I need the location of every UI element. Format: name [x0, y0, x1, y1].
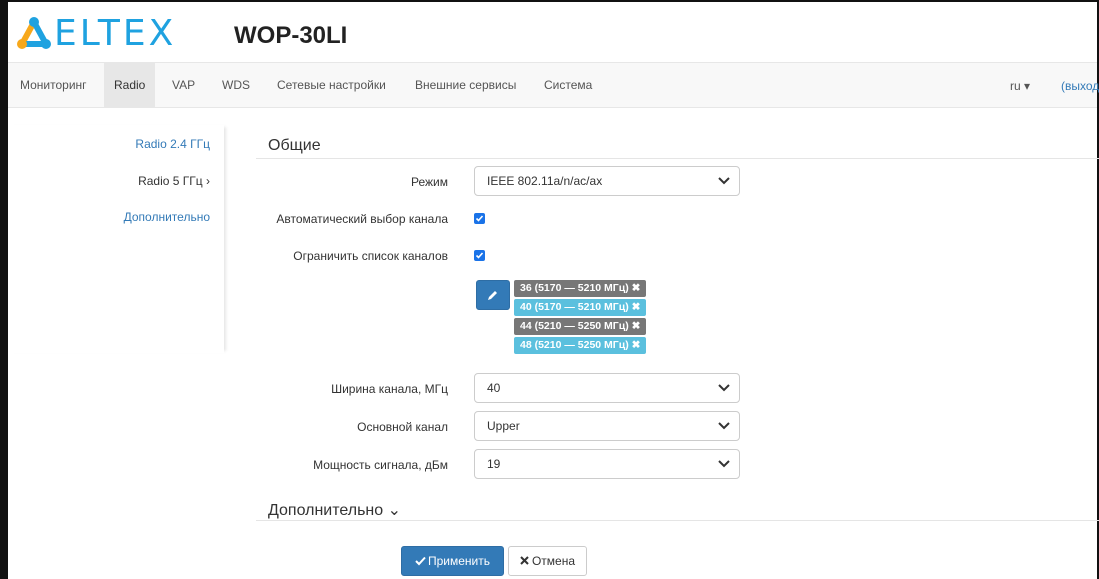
- close-icon: [520, 556, 529, 565]
- sidebar: Radio 2.4 ГГц Radio 5 ГГц › Дополнительн…: [8, 125, 224, 353]
- primary-channel-select[interactable]: Upper: [474, 411, 740, 441]
- section-title-general: Общие: [268, 137, 321, 154]
- eltex-logo[interactable]: ELTEX: [14, 13, 184, 54]
- channel-tag[interactable]: 44 (5210 — 5250 МГц) ✖: [514, 318, 647, 335]
- cancel-label: Отмена: [531, 554, 576, 568]
- apply-button[interactable]: Применить: [401, 546, 504, 576]
- nav-radio[interactable]: Radio: [104, 63, 156, 108]
- language-dropdown[interactable]: ru ▾: [1010, 63, 1030, 108]
- edit-channels-button[interactable]: [476, 280, 510, 310]
- pencil-icon: [488, 291, 497, 300]
- auto-channel-label: Автоматический выбор канала: [276, 212, 448, 226]
- device-title: WOP-30LI: [234, 22, 348, 49]
- power-value: 19: [487, 457, 501, 471]
- mode-value: IEEE 802.11a/n/ac/ax: [487, 174, 603, 188]
- bandwidth-label: Ширина канала, МГц: [331, 382, 448, 396]
- section-title-advanced[interactable]: Дополнительно ⌄: [268, 500, 401, 520]
- power-label: Мощность сигнала, дБм: [313, 458, 448, 472]
- top-navbar: Мониторинг Radio VAP WDS Сетевые настрой…: [8, 62, 1099, 108]
- bandwidth-value: 40: [487, 381, 501, 395]
- nav-vap[interactable]: VAP: [162, 63, 205, 108]
- power-select[interactable]: 19: [474, 449, 740, 479]
- chevron-down-icon: [718, 460, 730, 468]
- logout-link[interactable]: (выход: [1061, 63, 1099, 108]
- nav-wds[interactable]: WDS: [212, 63, 260, 108]
- check-icon: [475, 215, 484, 222]
- nav-network-settings[interactable]: Сетевые настройки: [267, 63, 396, 108]
- primary-channel-label: Основной канал: [357, 420, 448, 434]
- chevron-down-icon: [718, 422, 730, 430]
- limit-channels-label: Ограничить список каналов: [293, 249, 448, 263]
- check-icon: [415, 556, 426, 566]
- apply-label: Применить: [427, 554, 490, 568]
- logo-text: ELTEX: [54, 13, 177, 54]
- nav-monitoring[interactable]: Мониторинг: [10, 63, 97, 108]
- sidebar-item-advanced[interactable]: Дополнительно: [124, 210, 210, 224]
- channel-tag[interactable]: 48 (5210 — 5250 МГц) ✖: [514, 337, 647, 354]
- chevron-down-icon: [718, 384, 730, 392]
- check-icon: [475, 252, 484, 259]
- section-divider: [256, 520, 1099, 521]
- window-frame-left: [0, 0, 8, 579]
- auto-channel-checkbox[interactable]: [474, 213, 485, 224]
- cancel-button[interactable]: Отмена: [508, 546, 587, 576]
- sidebar-item-radio-24[interactable]: Radio 2.4 ГГц: [135, 137, 210, 151]
- header: ELTEX WOP-30LI: [8, 2, 1097, 62]
- chevron-down-icon: [718, 177, 730, 185]
- nav-external-services[interactable]: Внешние сервисы: [405, 63, 526, 108]
- nav-system[interactable]: Система: [534, 63, 602, 108]
- logo-icon: [17, 17, 51, 49]
- mode-select[interactable]: IEEE 802.11a/n/ac/ax: [474, 166, 740, 196]
- bandwidth-select[interactable]: 40: [474, 373, 740, 403]
- sidebar-item-radio-5[interactable]: Radio 5 ГГц ›: [138, 174, 210, 188]
- mode-label: Режим: [411, 175, 448, 189]
- section-divider: [256, 158, 1099, 159]
- limit-channels-checkbox[interactable]: [474, 250, 485, 261]
- channel-tag[interactable]: 40 (5170 — 5210 МГц) ✖: [514, 299, 647, 316]
- primary-channel-value: Upper: [487, 419, 520, 433]
- channel-tag[interactable]: 36 (5170 — 5210 МГц) ✖: [514, 280, 647, 297]
